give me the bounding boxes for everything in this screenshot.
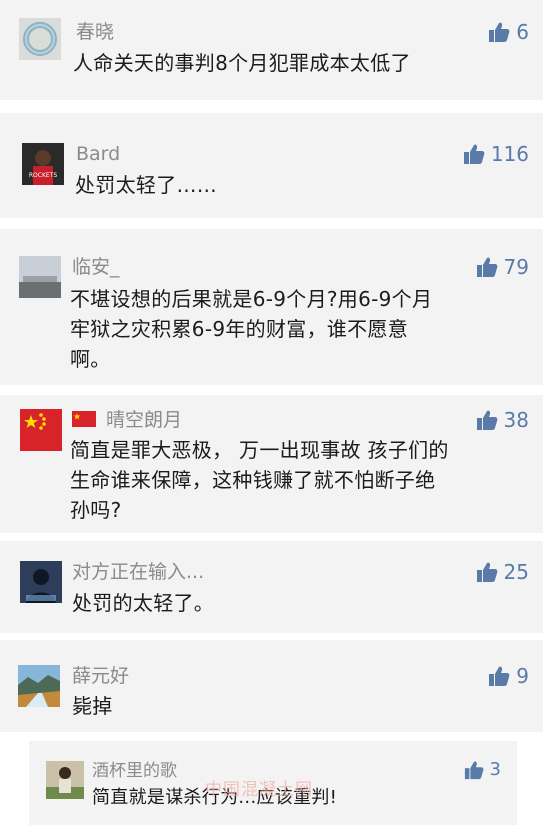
comment-author[interactable]: 对方正在输入... (72, 560, 204, 584)
comment-author-name: 晴空朗月 (106, 409, 183, 431)
avatar[interactable] (18, 665, 60, 707)
comment-author[interactable]: 临安_ (72, 255, 120, 279)
watermark: 中国混凝土网 (205, 780, 313, 800)
comment-text: 毙掉 (72, 691, 113, 721)
like-button[interactable]: 9 (488, 664, 529, 688)
like-count: 25 (503, 560, 529, 584)
svg-text:ROCKETS: ROCKETS (29, 172, 57, 179)
china-flag-icon (72, 409, 96, 433)
like-button[interactable]: 116 (463, 142, 529, 166)
comment-card: 薛元好 9 毙掉 (0, 640, 543, 732)
like-button[interactable]: 38 (476, 408, 529, 432)
comment-text: 不堪设想的后果就是6-9个月?用6-9个月 牢狱之灾积累6-9年的财富，谁不愿意… (70, 284, 432, 374)
comment-text-line: 孙吗? (70, 498, 122, 522)
avatar[interactable] (46, 761, 84, 799)
comment-author[interactable]: Bard (76, 142, 120, 166)
comment-text-line: 牢狱之灾积累6-9年的财富，谁不愿意 (70, 317, 409, 341)
thumbs-up-icon (488, 665, 510, 687)
avatar[interactable]: ROCKETS (22, 143, 64, 185)
comment-card: ROCKETS Bard 116 处罚太轻了…… (0, 113, 543, 218)
comment-text: 处罚的太轻了。 (72, 588, 214, 618)
thumbs-up-icon (464, 760, 484, 780)
avatar[interactable] (20, 409, 62, 451)
thumbs-up-icon (476, 409, 498, 431)
comment-author[interactable]: 春晓 (76, 20, 114, 44)
comment-author[interactable]: 晴空朗月 (72, 408, 182, 433)
like-button[interactable]: 3 (464, 758, 501, 782)
like-count: 116 (490, 142, 529, 166)
comment-card: 对方正在输入... 25 处罚的太轻了。 (0, 541, 543, 633)
like-count: 79 (503, 255, 529, 279)
comment-text: 人命关天的事判8个月犯罪成本太低了 (73, 48, 411, 78)
like-button[interactable]: 79 (476, 255, 529, 279)
comment-card: 晴空朗月 38 简直是罪大恶极， 万一出现事故 孩子们的 生命谁来保障，这种钱赚… (0, 395, 543, 533)
comment-text-line: 人命关天的事判8个月犯罪成本太低了 (73, 51, 411, 75)
avatar[interactable] (20, 561, 62, 603)
comment-card: 春晓 6 人命关天的事判8个月犯罪成本太低了 (0, 0, 543, 100)
like-count: 38 (503, 408, 529, 432)
comment-text-line: 啊。 (70, 347, 111, 371)
comment-text-line: 不堪设想的后果就是6-9个月?用6-9个月 (70, 287, 433, 311)
comment-author[interactable]: 酒杯里的歌 (92, 759, 177, 783)
thumbs-up-icon (476, 561, 498, 583)
like-count: 3 (489, 759, 501, 780)
like-count: 9 (516, 664, 529, 688)
avatar[interactable] (19, 256, 61, 298)
like-button[interactable]: 6 (488, 20, 529, 44)
comment-author[interactable]: 薛元好 (72, 664, 129, 688)
thumbs-up-icon (476, 256, 498, 278)
comment-text: 处罚太轻了…… (75, 170, 217, 200)
comment-text-line: 处罚太轻了…… (75, 173, 218, 197)
comment-text-line: 简直是罪大恶极， 万一出现事故 孩子们的 (70, 438, 449, 462)
comment-text: 简直是罪大恶极， 万一出现事故 孩子们的 生命谁来保障，这种钱赚了就不怕断子绝 … (70, 435, 449, 525)
like-count: 6 (516, 20, 529, 44)
comment-text-line: 生命谁来保障，这种钱赚了就不怕断子绝 (70, 468, 436, 492)
thumbs-up-icon (488, 21, 510, 43)
comment-text-line: 处罚的太轻了。 (72, 591, 215, 615)
avatar[interactable] (19, 18, 61, 60)
comment-text-line: 毙掉 (72, 694, 113, 718)
like-button[interactable]: 25 (476, 560, 529, 584)
comment-card: 临安_ 79 不堪设想的后果就是6-9个月?用6-9个月 牢狱之灾积累6-9年的… (0, 229, 543, 385)
thumbs-up-icon (463, 143, 485, 165)
